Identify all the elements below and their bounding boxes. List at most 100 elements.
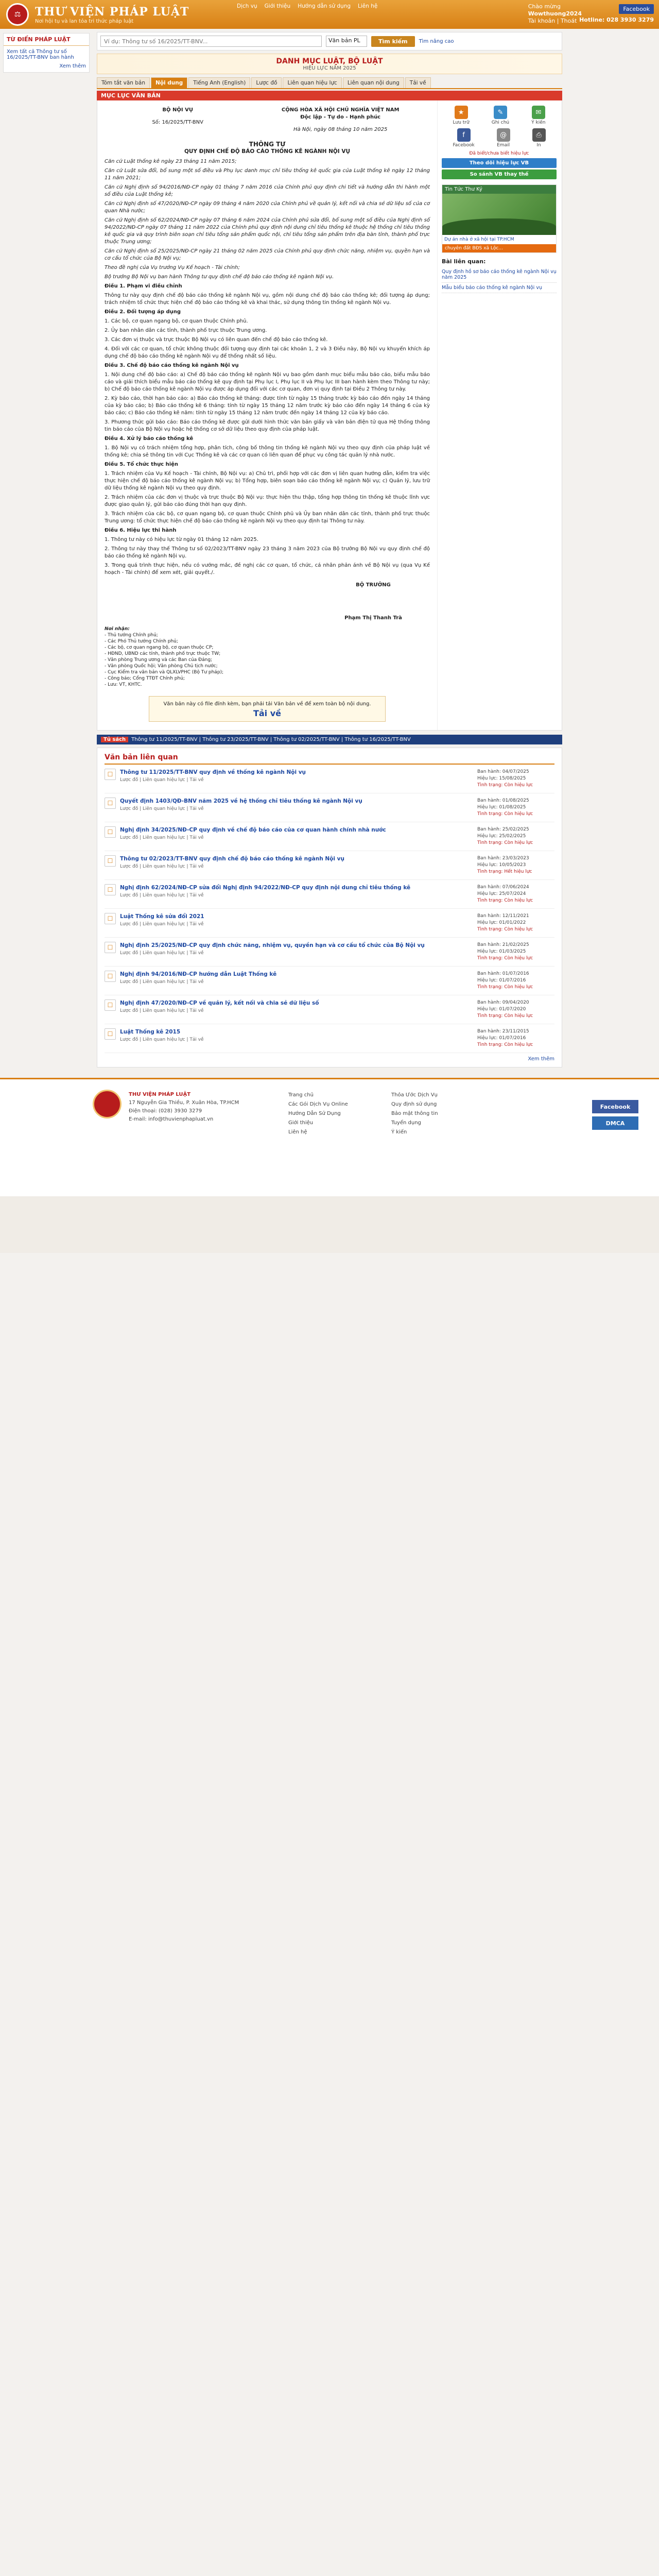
top-link[interactable]: Dịch vụ	[237, 3, 257, 9]
dictionary-more-link[interactable]: Xem thêm	[4, 63, 89, 72]
track-validity-button[interactable]: Theo dõi hiệu lực VB	[442, 158, 557, 168]
download-link[interactable]: Tải về	[153, 709, 381, 718]
related-links[interactable]: Lược đồ | Liên quan hiệu lực | Tải về	[120, 1037, 472, 1042]
compare-button[interactable]: So sánh VB thay thế	[442, 170, 557, 179]
related-meta-line: Tình trạng: Còn hiệu lực	[477, 783, 533, 788]
document-icon: ☐	[105, 826, 116, 838]
recipient-item: - Văn phòng Trung ương và các Ban của Đả…	[105, 657, 213, 663]
related-links[interactable]: Lược đồ | Liên quan hiệu lực | Tải về	[120, 893, 472, 898]
search-type-select[interactable]: Văn bản PL	[326, 36, 367, 47]
toc-bar[interactable]: MỤC LỤC VĂN BẢN	[97, 91, 562, 100]
related-links[interactable]: Lược đồ | Liên quan hiệu lực | Tải về	[120, 951, 472, 956]
related-meta-line: Tình trạng: Còn hiệu lực	[477, 811, 533, 817]
document-icon: ☐	[105, 999, 116, 1011]
news-ad[interactable]: Tin Tức Thư Ký Dự án nhà ở xã hội tại TP…	[442, 184, 557, 253]
comment-action[interactable]: ✉ Ý kiến	[531, 106, 545, 125]
related-links[interactable]: Lược đồ | Liên quan hiệu lực | Tải về	[120, 806, 472, 811]
document-icon: ☐	[105, 855, 116, 867]
quick-bar-text[interactable]: Thông tư 11/2025/TT-BNV | Thông tư 23/20…	[131, 737, 411, 742]
related-title[interactable]: Thông tư 11/2025/TT-BNV quy định về thốn…	[120, 769, 472, 776]
footer-link[interactable]: Trang chủ	[288, 1091, 348, 1100]
related-title[interactable]: Nghị định 47/2020/NĐ-CP về quản lý, kết …	[120, 999, 472, 1007]
print-action[interactable]: ⎙ In	[532, 128, 546, 148]
footer-company: THƯ VIỆN PHÁP LUẬT	[129, 1092, 191, 1097]
related-links[interactable]: Lược đồ | Liên quan hiệu lực | Tải về	[120, 1008, 472, 1013]
facebook-share-action[interactable]: f Facebook	[453, 128, 475, 148]
top-link[interactable]: Liên hệ	[358, 3, 377, 9]
save-action[interactable]: ★ Lưu trữ	[453, 106, 470, 125]
footer-link[interactable]: Tuyển dụng	[391, 1118, 438, 1128]
tab-schema[interactable]: Lược đồ	[251, 77, 282, 88]
related-meta-line: Hiệu lực: 01/07/2016	[477, 978, 526, 983]
related-meta: Ban hành: 12/11/2021 Hiệu lực: 01/01/2022…	[472, 913, 554, 933]
tab-english[interactable]: Tiếng Anh (English)	[188, 77, 251, 88]
signer-title: BỘ TRƯỞNG	[356, 582, 391, 588]
tab-related-validity[interactable]: Liên quan hiệu lực	[283, 77, 342, 88]
related-meta-line: Ban hành: 04/07/2025	[477, 769, 529, 774]
tab-download[interactable]: Tải về	[405, 77, 431, 88]
related-title[interactable]: Nghị định 25/2025/NĐ-CP quy định chức nă…	[120, 942, 472, 949]
footer-link[interactable]: Giới thiệu	[288, 1118, 348, 1128]
footer-link[interactable]: Liên hệ	[288, 1128, 348, 1137]
promo-banner[interactable]: DANH MỤC LUẬT, BỘ LUẬT HIỆU LỰC NĂM 2025	[97, 54, 562, 74]
tab-content[interactable]: Nội dung	[151, 77, 188, 88]
related-title[interactable]: Thông tư 02/2023/TT-BNV quy định chế độ …	[120, 855, 472, 862]
related-meta-line: Hiệu lực: 01/07/2020	[477, 1007, 526, 1012]
user-links[interactable]: Tài khoản | Thoát	[528, 18, 582, 25]
article-heading: Điều 2. Đối tượng áp dụng	[105, 309, 181, 315]
document-sidebar: ★ Lưu trữ ✎ Ghi chú ✉ Ý kiến f Facebook @ Ema…	[437, 100, 561, 730]
search-area: Văn bản PL Tìm kiếm Tìm nâng cao	[97, 32, 562, 50]
download-notice-text: Văn bản này có file đính kèm, bạn phải t…	[163, 701, 371, 707]
footer-link[interactable]: Hướng Dẫn Sử Dụng	[288, 1109, 348, 1118]
tab-summary[interactable]: Tóm tắt văn bản	[97, 77, 150, 88]
footer-link[interactable]: Quy định sử dụng	[391, 1100, 438, 1109]
related-meta-line: Tình trạng: Hết hiệu lực	[477, 869, 532, 874]
username[interactable]: Wowthuong2024	[528, 10, 582, 18]
site-logo[interactable]: ⚖	[6, 3, 29, 26]
advanced-search-link[interactable]: Tìm nâng cao	[419, 39, 454, 44]
footer-email[interactable]: E-mail: info@thuvienphapluat.vn	[129, 1115, 239, 1124]
tab-related-content[interactable]: Liên quan nội dung	[342, 77, 404, 88]
related-more-link[interactable]: Xem thêm	[105, 1053, 554, 1062]
related-title[interactable]: Nghị định 94/2016/NĐ-CP hướng dẫn Luật T…	[120, 971, 472, 978]
related-links[interactable]: Lược đồ | Liên quan hiệu lực | Tải về	[120, 922, 472, 927]
side-related-item[interactable]: Mẫu biểu báo cáo thống kê ngành Nội vụ	[442, 283, 557, 293]
footer-facebook-badge[interactable]: Facebook	[592, 1100, 638, 1113]
doc-paragraph: 1. Nội dung chế độ báo cáo: a) Chế độ bá…	[105, 372, 430, 392]
note-action[interactable]: ✎ Ghi chú	[492, 106, 509, 125]
footer-link[interactable]: Ý kiến	[391, 1128, 438, 1137]
search-input[interactable]	[100, 36, 322, 47]
related-title[interactable]: Luật Thống kê 2015	[120, 1028, 472, 1036]
related-meta: Ban hành: 04/07/2025 Hiệu lực: 15/08/2025…	[472, 769, 554, 789]
dmca-badge[interactable]: DMCA	[592, 1116, 638, 1130]
top-link[interactable]: Giới thiệu	[265, 3, 291, 9]
footer-link[interactable]: Các Gói Dịch Vụ Online	[288, 1100, 348, 1109]
related-title[interactable]: Luật Thống kê sửa đổi 2021	[120, 913, 472, 920]
side-related-item[interactable]: Quy định hồ sơ báo cáo thống kê ngành Nộ…	[442, 267, 557, 283]
doc-paragraph: 3. Phương thức gửi báo cáo: Báo cáo thốn…	[105, 419, 430, 432]
recipient-item: - Thủ tướng Chính phủ;	[105, 633, 158, 638]
facebook-button[interactable]: Facebook	[619, 4, 654, 14]
related-title[interactable]: Quyết định 1403/QĐ-BNV năm 2025 về hệ th…	[120, 798, 472, 805]
search-button[interactable]: Tìm kiếm	[371, 36, 415, 47]
related-links[interactable]: Lược đồ | Liên quan hiệu lực | Tải về	[120, 979, 472, 985]
dictionary-item[interactable]: Xem tất cả Thông tư số 16/2025/TT-BNV ba…	[4, 46, 89, 63]
dictionary-box: TỪ ĐIỂN PHÁP LUẬT Xem tất cả Thông tư số…	[3, 33, 90, 73]
related-links[interactable]: Lược đồ | Liên quan hiệu lực | Tải về	[120, 835, 472, 840]
footer-link[interactable]: Thỏa Ước Dịch Vụ	[391, 1091, 438, 1100]
email-action[interactable]: @ Email	[496, 128, 510, 148]
related-links[interactable]: Lược đồ | Liên quan hiệu lực | Tải về	[120, 777, 472, 783]
related-meta-line: Ban hành: 12/11/2021	[477, 913, 529, 919]
related-title[interactable]: Nghị định 62/2024/NĐ-CP sửa đổi Nghị địn…	[120, 884, 472, 891]
doc-date: Hà Nội, ngày 08 tháng 10 năm 2025	[293, 127, 388, 132]
action-row: ★ Lưu trữ ✎ Ghi chú ✉ Ý kiến	[442, 106, 557, 125]
doc-title: THÔNG TƯ	[249, 141, 286, 148]
top-link[interactable]: Hướng dẫn sử dụng	[298, 3, 351, 9]
related-meta-line: Hiệu lực: 25/02/2025	[477, 834, 526, 839]
related-links[interactable]: Lược đồ | Liên quan hiệu lực | Tải về	[120, 864, 472, 869]
doc-paragraph: Căn cứ Nghị định số 47/2020/NĐ-CP ngày 0…	[105, 201, 430, 214]
recipient-item: - HĐND, UBND các tỉnh, thành phố trực th…	[105, 651, 221, 656]
right-column	[566, 29, 659, 1067]
footer-link[interactable]: Bảo mật thông tin	[391, 1109, 438, 1118]
related-title[interactable]: Nghị định 34/2025/NĐ-CP quy định về chế …	[120, 826, 472, 834]
